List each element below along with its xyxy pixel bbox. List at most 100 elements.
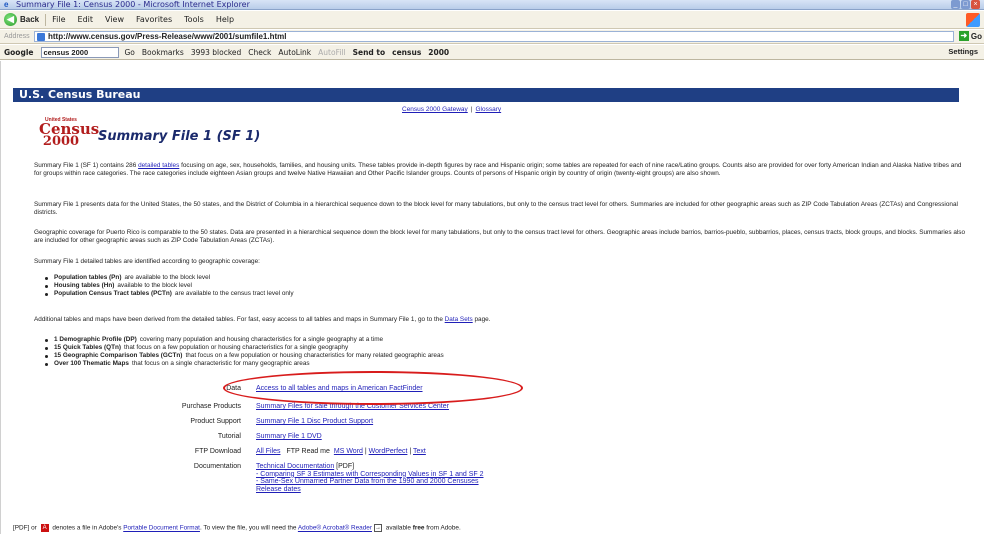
- toolbar-separator: [45, 13, 47, 26]
- address-input[interactable]: http://www.census.gov/Press-Release/www/…: [34, 31, 954, 42]
- menu-view[interactable]: View: [105, 15, 124, 24]
- all-files-link[interactable]: All Files: [256, 448, 281, 455]
- row-label-ftp: FTP Download: [194, 448, 241, 455]
- census-2000-logo: United States Census 2000: [39, 117, 99, 151]
- menu-help[interactable]: Help: [216, 15, 234, 24]
- list-item: Population tables (Pn) are available to t…: [45, 274, 294, 282]
- list-item-text: are available to the census tract level …: [174, 290, 294, 297]
- p1-text-start: Summary File 1 (SF 1) contains 286: [34, 162, 139, 169]
- google-go-button[interactable]: Go: [125, 48, 135, 57]
- popup-blocked-button[interactable]: 3993 blocked: [191, 48, 241, 57]
- bullet-icon: [45, 284, 48, 288]
- settings-button[interactable]: Settings: [948, 47, 978, 56]
- go-button[interactable]: ➜ Go: [958, 31, 982, 41]
- list-item: 15 Geographic Comparison Tables (GCTn) th…: [45, 352, 444, 360]
- bookmarks-button[interactable]: Bookmarks: [142, 48, 184, 57]
- external-link-icon: →: [373, 524, 382, 532]
- bullet-icon: [45, 354, 48, 358]
- row-label-support: Product Support: [190, 418, 241, 425]
- page-content: U.S. Census Bureau Census 2000 Gateway | G…: [0, 61, 984, 534]
- row-value-support: Summary File 1 Disc Product Support: [256, 418, 373, 425]
- footer-free: free: [412, 524, 425, 532]
- text-link[interactable]: Text: [413, 448, 426, 455]
- list-item-text: that focus on a few population or housin…: [185, 352, 444, 359]
- page-title: Summary File 1 (SF 1): [98, 129, 261, 144]
- paragraph-puerto-rico: Geographic coverage for Puerto Rico is c…: [34, 229, 966, 244]
- paragraph-geographic-coverage: Summary File 1 detailed tables are ident…: [34, 258, 260, 265]
- sf1-dvd-link[interactable]: Summary File 1 DVD: [256, 433, 322, 440]
- row-label-documentation: Documentation: [193, 463, 241, 470]
- adobe-reader-link[interactable]: Adobe® Acrobat® Reader: [298, 525, 372, 532]
- release-dates-link[interactable]: Release dates: [256, 486, 301, 493]
- ftp-readme-label: FTP Read me: [286, 448, 330, 455]
- footer-text-mid: denotes a file in Adobe's: [50, 524, 124, 532]
- data-sets-link[interactable]: Data Sets: [445, 316, 473, 323]
- list-item-bold: Population tables (Pn): [54, 274, 122, 281]
- bullet-icon: [45, 276, 48, 280]
- highlight-circle: [223, 371, 523, 405]
- technical-documentation-link[interactable]: Technical Documentation: [256, 463, 334, 470]
- ms-word-link[interactable]: MS Word: [334, 448, 363, 455]
- pdf-icon: A: [40, 524, 49, 532]
- highlight-term-census[interactable]: census: [392, 48, 421, 57]
- maximize-icon[interactable]: □: [961, 0, 970, 9]
- p5-text-end: page.: [472, 316, 491, 323]
- autolink-button[interactable]: AutoLink: [278, 48, 311, 57]
- row-support: Product Support Summary File 1 Disc Prod…: [151, 418, 751, 428]
- back-button[interactable]: ◀ Back: [4, 13, 39, 26]
- row-label-tutorial: Tutorial: [217, 433, 241, 440]
- menu-favorites[interactable]: Favorites: [136, 15, 172, 24]
- menu-tools[interactable]: Tools: [184, 15, 204, 24]
- glossary-link[interactable]: Glossary: [475, 106, 501, 113]
- product-support-link[interactable]: Summary File 1 Disc Product Support: [256, 418, 373, 425]
- menubar: ◀ Back File Edit View Favorites Tools He…: [0, 11, 984, 29]
- page-icon: [37, 32, 45, 41]
- list-item-text: covering many population and housing cha…: [139, 336, 384, 343]
- windows-logo-icon: [966, 13, 980, 27]
- list-item-text: available to the block level: [117, 282, 192, 289]
- comparing-sf3-link[interactable]: - Comparing SF 3 Estimates with Correspo…: [256, 471, 483, 478]
- paragraph-us-coverage: Summary File 1 presents data for the Uni…: [34, 201, 958, 216]
- list-item: 1 Demographic Profile (DP) covering many …: [45, 336, 444, 344]
- same-sex-partner-link[interactable]: - Same-Sex Unmarried Partner Data from t…: [256, 478, 479, 485]
- check-button[interactable]: Check: [248, 48, 271, 57]
- footer-text-start: [PDF] or: [13, 524, 39, 532]
- address-label: Address: [4, 33, 30, 40]
- row-value-documentation: Technical Documentation [PDF] - Comparin…: [256, 463, 483, 493]
- wordperfect-link[interactable]: WordPerfect: [369, 448, 408, 455]
- window-title: Summary File 1: Census 2000 - Microsoft …: [16, 0, 250, 9]
- list-item-bold: 1 Demographic Profile (DP): [54, 336, 137, 343]
- back-arrow-icon: ◀: [4, 13, 17, 26]
- google-logo: Google: [4, 47, 34, 57]
- close-icon[interactable]: ×: [971, 0, 980, 9]
- list-item-text: that focus on a single characteristic fo…: [131, 360, 310, 367]
- google-search-input[interactable]: census 2000: [40, 46, 119, 58]
- row-tutorial: Tutorial Summary File 1 DVD: [151, 433, 751, 443]
- go-arrow-icon: ➜: [958, 31, 969, 41]
- header-title: U.S. Census Bureau: [19, 88, 141, 101]
- portable-document-format-link[interactable]: Portable Document Format: [123, 525, 200, 532]
- autofill-button[interactable]: AutoFill: [318, 48, 345, 57]
- menu-edit[interactable]: Edit: [78, 15, 94, 24]
- highlight-term-2000[interactable]: 2000: [428, 48, 449, 57]
- detailed-tables-link[interactable]: detailed tables: [138, 162, 179, 169]
- row-label-purchase: Purchase Products: [181, 403, 241, 410]
- table-types-list: Population tables (Pn) are available to t…: [45, 274, 294, 298]
- window-titlebar: e Summary File 1: Census 2000 - Microsof…: [0, 0, 984, 10]
- row-ftp: FTP Download All Files FTP Read me MS Wo…: [151, 448, 751, 458]
- menu-file[interactable]: File: [52, 15, 65, 24]
- bullet-icon: [45, 338, 48, 342]
- paragraph-additional-tables: Additional tables and maps have been der…: [34, 316, 966, 324]
- paragraph-intro: Summary File 1 (SF 1) contains 286 detai…: [34, 162, 966, 178]
- list-item-bold: Housing tables (Hn): [54, 282, 115, 289]
- minimize-icon[interactable]: _: [951, 0, 960, 9]
- send-to-button[interactable]: Send to: [353, 48, 386, 57]
- pdf-suffix: [PDF]: [336, 463, 355, 470]
- footer-note: [PDF] or A denotes a file in Adobe's Por…: [13, 524, 461, 532]
- row-documentation: Documentation Technical Documentation [P…: [151, 463, 751, 505]
- footer-text-end: from Adobe.: [424, 524, 461, 532]
- top-links-separator: |: [470, 106, 473, 113]
- ie-logo-icon: e: [4, 0, 9, 9]
- census-2000-gateway-link[interactable]: Census 2000 Gateway: [402, 106, 468, 113]
- derived-products-list: 1 Demographic Profile (DP) covering many …: [45, 336, 444, 368]
